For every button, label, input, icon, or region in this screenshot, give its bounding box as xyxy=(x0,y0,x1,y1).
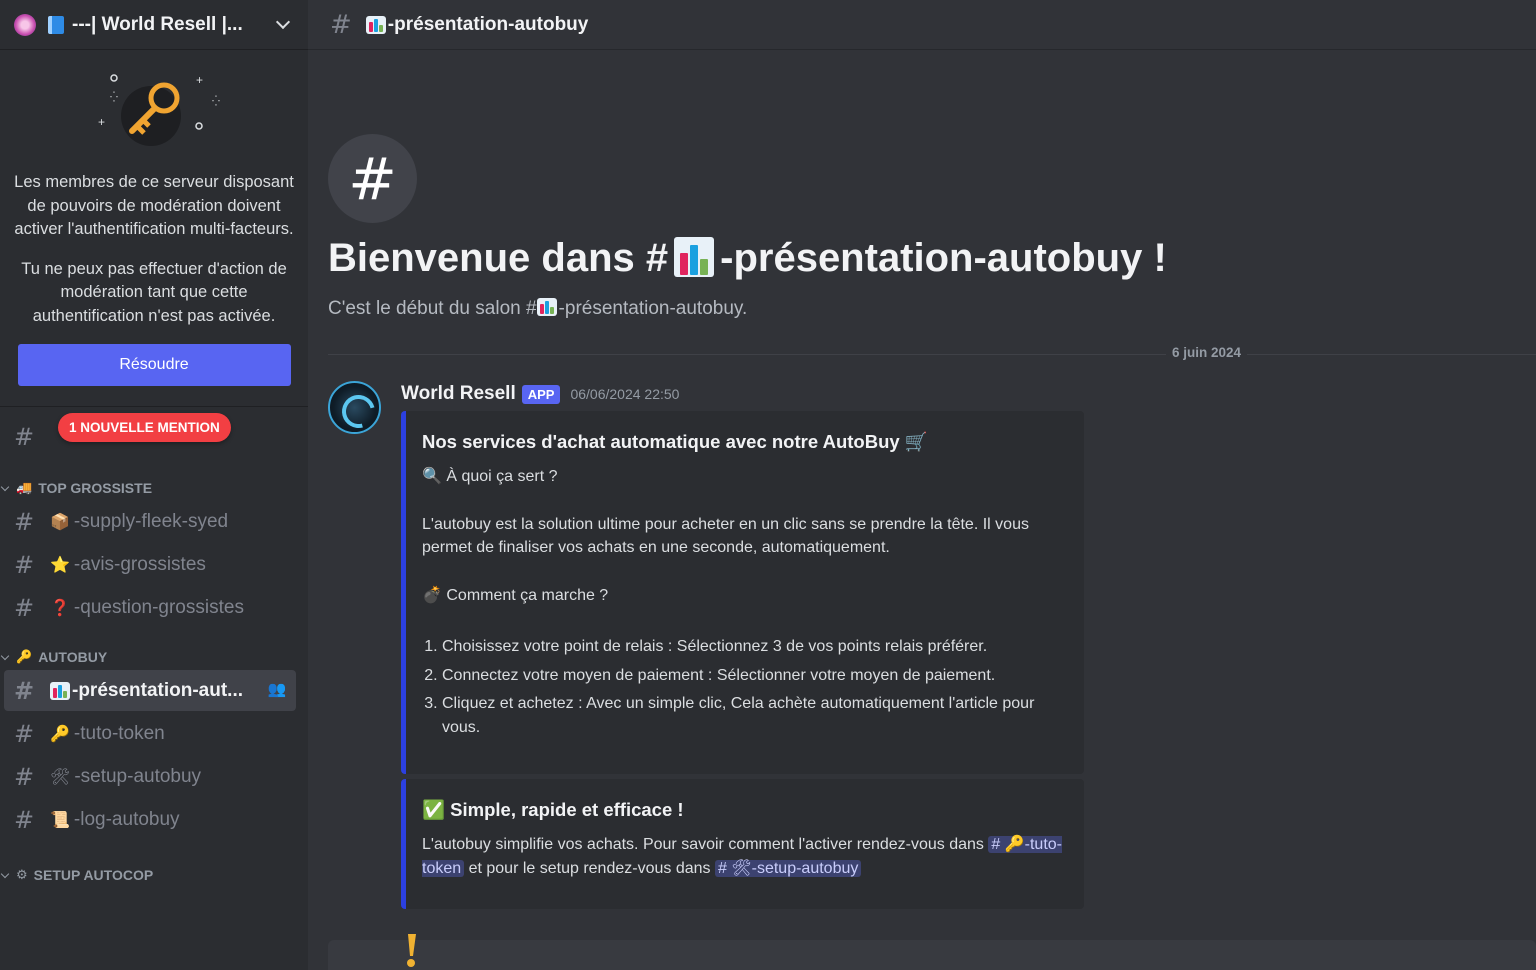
embed-question-1: 🔍 À quoi ça sert ? xyxy=(422,468,558,485)
server-name: ---| World Resell |... xyxy=(72,13,243,35)
message-area: # Bienvenue dans # -présentation-autobuy … xyxy=(308,50,1536,970)
welcome-title-suffix: -présentation-autobuy ! xyxy=(720,236,1167,280)
scroll-icon: 📜 xyxy=(50,811,70,829)
svg-text:⁛: ⁛ xyxy=(212,94,220,107)
gear-icon: ⚙ xyxy=(16,867,28,882)
blue-book-emoji xyxy=(48,15,64,34)
hash-icon: # xyxy=(14,423,35,451)
warning-icon xyxy=(407,934,416,967)
hash-icon: # xyxy=(14,719,35,748)
mfa-text-2: Tu ne peux pas effectuer d'action de mod… xyxy=(21,259,287,325)
key-illustration-icon: + + ⁛ ⁛ xyxy=(98,73,220,146)
channel-label: -setup-autobuy xyxy=(74,765,202,787)
server-avatar xyxy=(14,13,36,36)
channel-tuto-token[interactable]: # 🔑 -tuto-token xyxy=(4,713,296,754)
svg-text:+: + xyxy=(98,115,105,129)
hash-icon: # xyxy=(14,507,35,536)
hash-icon: # xyxy=(14,676,35,705)
channel-title: -présentation-autobuy xyxy=(387,13,589,35)
author-avatar[interactable] xyxy=(328,381,381,434)
channel-label: -log-autobuy xyxy=(73,808,180,830)
add-member-icon[interactable]: 👥 xyxy=(266,680,288,702)
channel-mention-setup-autobuy[interactable]: # 🛠-setup-autobuy xyxy=(714,859,862,877)
channel-log-autobuy[interactable]: # 📜 -log-autobuy xyxy=(4,799,296,840)
mention-channel-row[interactable]: # 1 NOUVELLE MENTION xyxy=(0,407,308,467)
channel-setup-autobuy[interactable]: # 🛠 -setup-autobuy xyxy=(4,756,296,797)
truck-icon: 🚚 xyxy=(16,480,33,495)
bar-chart-icon xyxy=(536,298,557,316)
chevron-down-icon[interactable] xyxy=(275,14,291,29)
channel-hash-icon: # xyxy=(328,134,417,223)
chevron-down-icon xyxy=(0,869,10,878)
app-badge: APP xyxy=(521,384,561,404)
channel-presentation-autobuy[interactable]: # -présentation-aut... 👥 xyxy=(4,670,296,711)
key-icon: 🔑 xyxy=(16,649,33,664)
mfa-notice: + + ⁛ ⁛ Les membres de ce serveur dispos… xyxy=(0,50,308,407)
channel-header: # -présentation-autobuy xyxy=(308,0,1536,50)
key-icon: 🔑 xyxy=(50,725,70,743)
channel-label: -présentation-aut... xyxy=(72,679,244,701)
category-label: AUTOBUY xyxy=(38,649,108,665)
message-header: World Resell APP 06/06/2024 22:50 xyxy=(401,383,679,405)
embed-card: Nos services d'achat automatique avec no… xyxy=(401,411,1084,774)
welcome-sub-prefix: C'est le début du salon # xyxy=(328,298,537,319)
date-divider xyxy=(328,354,1536,355)
category-autobuy[interactable]: 🔑 AUTOBUY xyxy=(0,646,308,668)
embed-text: L'autobuy simplifie vos achats. Pour sav… xyxy=(422,836,989,853)
embed-paragraph: L'autobuy simplifie vos achats. Pour sav… xyxy=(422,833,1068,880)
hash-icon: # xyxy=(14,805,35,834)
channel-avis-grossistes[interactable]: # ⭐ -avis-grossistes xyxy=(4,544,296,585)
mfa-text-1: Les membres de ce serveur disposant de p… xyxy=(14,173,294,238)
category-label: TOP GROSSISTE xyxy=(38,480,153,496)
list-item: Cliquez et achetez : Avec un simple clic… xyxy=(442,692,1068,739)
date-divider-label: 6 juin 2024 xyxy=(1166,345,1248,360)
bar-chart-icon xyxy=(365,15,386,34)
embed-question-2: 💣 Comment ça marche ? xyxy=(422,586,609,604)
hash-icon: # xyxy=(14,550,35,579)
channel-label: -supply-fleek-syed xyxy=(73,510,229,532)
category-top-grossiste[interactable]: 🚚 TOP GROSSISTE xyxy=(0,477,308,499)
bar-chart-icon xyxy=(674,237,715,277)
resolve-button[interactable]: Résoudre xyxy=(17,344,291,386)
hash-icon: # xyxy=(14,762,35,791)
embed-card: ✅ Simple, rapide et efficace ! L'autobuy… xyxy=(401,779,1084,909)
channel-label: -avis-grossistes xyxy=(73,553,206,575)
question-icon: ❓ xyxy=(50,599,70,617)
hash-icon: # xyxy=(330,9,352,40)
channel-question-grossistes[interactable]: # ❓ -question-grossistes xyxy=(4,587,296,628)
message-timestamp[interactable]: 06/06/2024 22:50 xyxy=(570,386,679,402)
svg-text:+: + xyxy=(196,73,203,87)
embed-paragraph: L'autobuy est la solution ultime pour ac… xyxy=(422,515,1029,557)
embed-title: ✅ Simple, rapide et efficace ! xyxy=(422,799,684,820)
channel-label: -question-grossistes xyxy=(73,596,244,618)
channel-label: -tuto-token xyxy=(73,722,165,744)
welcome-title-prefix: Bienvenue dans # xyxy=(328,236,669,280)
welcome-title: Bienvenue dans # -présentation-autobuy ! xyxy=(328,236,1167,281)
welcome-sub-suffix: -présentation-autobuy. xyxy=(558,298,748,319)
list-item: Connectez votre moyen de paiement : Séle… xyxy=(442,664,1068,688)
chevron-down-icon xyxy=(0,651,10,660)
hash-icon: # xyxy=(14,593,35,622)
list-item: Choisissez votre point de relais : Sélec… xyxy=(442,635,1068,659)
star-icon: ⭐ xyxy=(50,556,70,574)
bar-chart-icon xyxy=(50,681,70,700)
package-icon: 📦 xyxy=(50,513,70,531)
category-setup-autocop[interactable]: ⚙ SETUP AUTOCOP xyxy=(0,864,308,886)
author-name[interactable]: World Resell xyxy=(401,383,516,405)
tools-icon: 🛠 xyxy=(50,768,71,786)
channel-supply-fleek-syed[interactable]: # 📦 -supply-fleek-syed xyxy=(4,501,296,542)
channel-sidebar: ---| World Resell |... + + ⁛ ⁛ Les membr… xyxy=(0,0,308,970)
new-mention-badge[interactable]: 1 NOUVELLE MENTION xyxy=(58,413,231,442)
message-input-bar[interactable] xyxy=(328,940,1536,970)
steps-list: Choisissez votre point de relais : Sélec… xyxy=(422,635,1068,739)
chevron-down-icon xyxy=(0,482,10,491)
welcome-subtitle: C'est le début du salon # -présentation-a… xyxy=(328,298,747,320)
embed-title: Nos services d'achat automatique avec no… xyxy=(422,431,928,452)
embed-text: et pour le setup rendez-vous dans xyxy=(464,859,715,877)
category-label: SETUP AUTOCOP xyxy=(33,867,154,883)
server-header[interactable]: ---| World Resell |... xyxy=(0,0,308,50)
svg-text:⁛: ⁛ xyxy=(110,90,118,103)
